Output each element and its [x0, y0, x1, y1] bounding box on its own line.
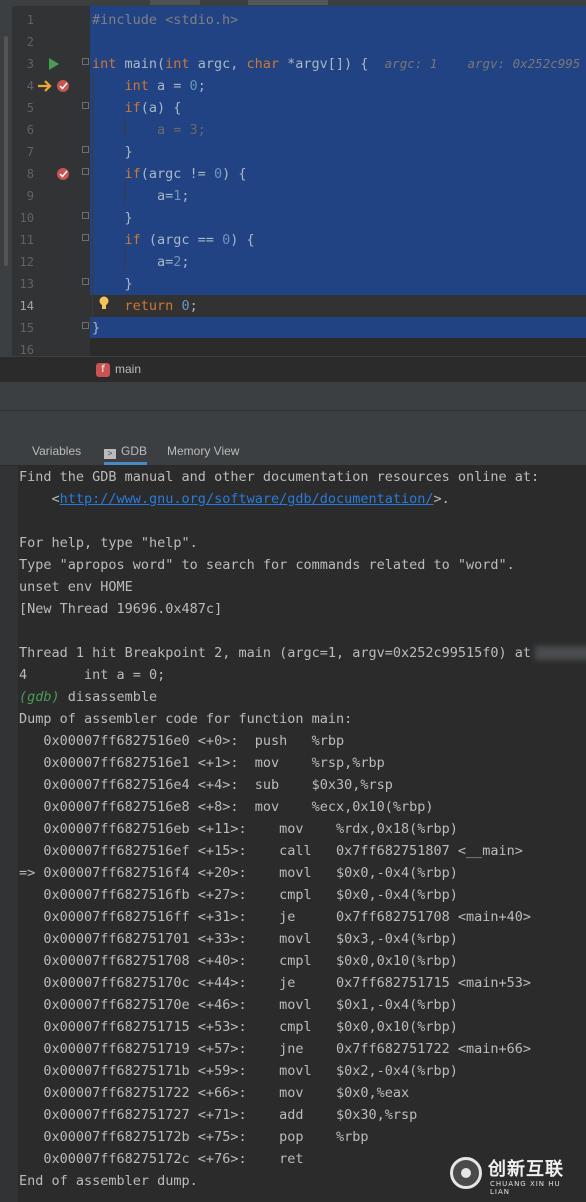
- lightbulb-icon[interactable]: [99, 296, 109, 310]
- line-number[interactable]: 7: [12, 141, 34, 163]
- indent-guide: [124, 182, 125, 204]
- code-line[interactable]: }: [92, 317, 100, 339]
- fold-marker[interactable]: [82, 212, 89, 219]
- code-line[interactable]: #include <stdio.h>: [92, 9, 238, 31]
- console-line: 0x00007ff68275172b <+75>: pop %rbp: [19, 1129, 369, 1145]
- console-line: 0x00007ff6827516e0 <+0>: push %rbp: [19, 733, 345, 749]
- console-line: 0x00007ff682751701 <+33>: movl $0x3,-0x4…: [19, 931, 458, 947]
- line-number[interactable]: 1: [12, 9, 34, 31]
- breadcrumb: f main: [0, 356, 586, 383]
- fold-marker[interactable]: [82, 58, 89, 65]
- fold-marker[interactable]: [82, 234, 89, 241]
- code-line[interactable]: a=1;: [92, 185, 190, 207]
- tab-memory-view[interactable]: Memory View: [167, 438, 239, 465]
- console-line: 0x00007ff6827516e4 <+4>: sub $0x30,%rsp: [19, 777, 393, 793]
- console-line: 0x00007ff6827516e8 <+8>: mov %ecx,0x10(%…: [19, 799, 434, 815]
- line-number[interactable]: 3: [12, 53, 34, 75]
- console-icon: >: [104, 449, 116, 459]
- line-number[interactable]: 2: [12, 31, 34, 53]
- console-line: Dump of assembler code for function main…: [19, 711, 353, 727]
- console-line: For help, type "help".: [19, 535, 198, 551]
- console-left-strip: [0, 466, 18, 1202]
- code-line[interactable]: a=2;: [92, 251, 190, 273]
- debugger-tabs: ◀ Variables >GDB Memory View: [0, 438, 586, 894]
- code-line[interactable]: int a = 0;: [92, 75, 206, 97]
- code-line[interactable]: int main(int argc, char *argv[]) { argc:…: [92, 53, 580, 75]
- console-line: 0x00007ff6827516eb <+11>: mov %rdx,0x18(…: [19, 821, 458, 837]
- line-number[interactable]: 10: [12, 207, 34, 229]
- watermark-logo: 创新互联 CHUANG XIN HU LIAN: [450, 1153, 582, 1196]
- line-number[interactable]: 11: [12, 229, 34, 251]
- console-line: <http://www.gnu.org/software/gdb/documen…: [19, 491, 450, 507]
- console-line: Type "apropos word" to search for comman…: [19, 557, 515, 573]
- console-line: 0x00007ff6827516fb <+27>: cmpl $0x0,-0x4…: [19, 887, 458, 903]
- console-line: 0x00007ff682751719 <+57>: jne 0x7ff68275…: [19, 1041, 532, 1057]
- editor-tab-active[interactable]: [248, 0, 328, 5]
- fold-marker[interactable]: [82, 322, 89, 329]
- code-line[interactable]: if (argc == 0) {: [92, 229, 255, 251]
- indent-guide: [124, 116, 125, 138]
- line-number[interactable]: 13: [12, 273, 34, 295]
- line-number[interactable]: 6: [12, 119, 34, 141]
- line-number[interactable]: 4: [12, 75, 34, 97]
- code-line[interactable]: }: [92, 141, 133, 163]
- fold-marker[interactable]: [82, 102, 89, 109]
- console-line: 0x00007ff6827516e1 <+1>: mov %rsp,%rbp: [19, 755, 385, 771]
- editor-tab[interactable]: [150, 0, 200, 5]
- tab-gdb-label: GDB: [121, 444, 148, 458]
- line-number[interactable]: 12: [12, 251, 34, 273]
- panel-divider: [0, 382, 586, 410]
- code-line[interactable]: a = 3;: [92, 119, 206, 141]
- code-line[interactable]: }: [92, 207, 133, 229]
- watermark-subtext: CHUANG XIN HU LIAN: [490, 1180, 561, 1196]
- console-line: 0x00007ff682751722 <+66>: mov $0x0,%eax: [19, 1085, 410, 1101]
- console-line: End of assembler dump.: [19, 1173, 198, 1189]
- code-line[interactable]: if(argc != 0) {: [92, 163, 247, 185]
- console-line: 0x00007ff682751727 <+71>: add $0x30,%rsp: [19, 1107, 418, 1123]
- fold-marker[interactable]: [82, 168, 89, 175]
- left-tool-strip: [0, 6, 12, 382]
- console-line: 0x00007ff682751708 <+40>: cmpl $0x0,0x10…: [19, 953, 458, 969]
- fold-marker[interactable]: [82, 278, 89, 285]
- console-line: 4 int a = 0;: [19, 667, 166, 683]
- function-badge-icon: f: [96, 363, 110, 377]
- tab-gdb[interactable]: > GDB: [104, 438, 148, 465]
- execution-point-arrow-icon: [38, 80, 52, 92]
- breakpoint-icon[interactable]: [56, 167, 70, 181]
- line-number[interactable]: 15: [12, 317, 34, 339]
- console-line: Find the GDB manual and other documentat…: [19, 469, 540, 485]
- code-line[interactable]: }: [92, 273, 133, 295]
- console-line: 0x00007ff68275172c <+76>: ret: [19, 1151, 304, 1167]
- indent-guide: [124, 248, 125, 270]
- console-line: => 0x00007ff6827516f4 <+20>: movl $0x0,-…: [19, 865, 458, 881]
- console-line: (gdb) disassemble: [19, 689, 158, 705]
- console-line: Thread 1 hit Breakpoint 2, main (argc=1,…: [19, 642, 586, 664]
- console-line: 0x00007ff68275170e <+46>: movl $0x1,-0x4…: [19, 997, 458, 1013]
- run-icon[interactable]: [49, 58, 59, 70]
- breadcrumb-main[interactable]: main: [115, 362, 141, 376]
- logo-icon: [450, 1157, 482, 1189]
- console-line: unset env HOME: [19, 579, 133, 595]
- scrollbar-thumb[interactable]: [4, 36, 8, 266]
- debug-toolbar: [0, 410, 586, 439]
- indent-guide: [92, 72, 93, 330]
- console-line: 0x00007ff68275170c <+44>: je 0x7ff682751…: [19, 975, 532, 991]
- tab-variables[interactable]: Variables: [32, 438, 81, 465]
- line-number[interactable]: 8: [12, 163, 34, 185]
- line-number[interactable]: 9: [12, 185, 34, 207]
- line-number[interactable]: 14: [12, 295, 34, 317]
- fold-marker[interactable]: [82, 146, 89, 153]
- console-line: 0x00007ff6827516ff <+31>: je 0x7ff682751…: [19, 909, 532, 925]
- code-line[interactable]: if(a) {: [92, 97, 182, 119]
- console-line: 0x00007ff682751715 <+53>: cmpl $0x0,0x10…: [19, 1019, 458, 1035]
- breakpoint-icon[interactable]: [56, 79, 70, 93]
- console-line: [New Thread 19696.0x487c]: [19, 601, 223, 617]
- line-number[interactable]: 5: [12, 97, 34, 119]
- console-line: 0x00007ff68275171b <+59>: movl $0x2,-0x4…: [19, 1063, 458, 1079]
- watermark-text: 创新互联: [488, 1159, 564, 1180]
- console-line: 0x00007ff6827516ef <+15>: call 0x7ff6827…: [19, 843, 523, 859]
